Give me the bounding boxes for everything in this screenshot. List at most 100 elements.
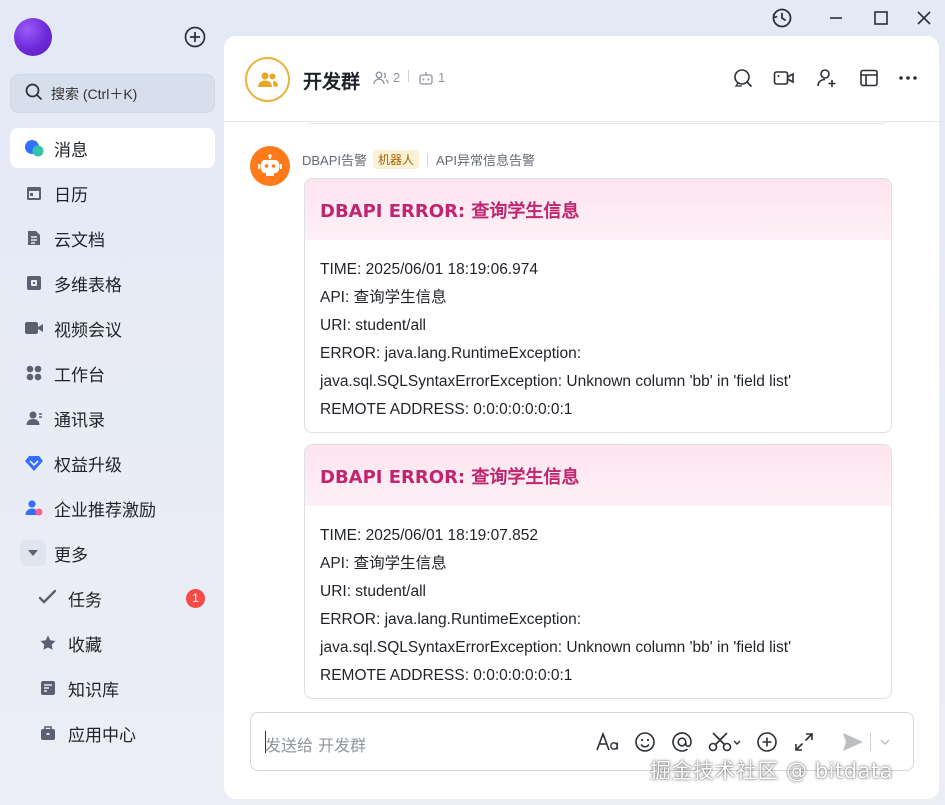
video-meeting-icon <box>24 318 44 338</box>
bot-avatar[interactable] <box>250 146 290 186</box>
sidebar-item-calendar[interactable]: 日历 <box>10 173 215 213</box>
sidebar-item-label: 工作台 <box>54 365 105 386</box>
sidebar-item-cloud-docs[interactable]: 云文档 <box>10 218 215 258</box>
text-format-icon[interactable] <box>595 729 621 755</box>
bot-tag: 机器人 <box>373 150 420 169</box>
bot-count-value: 1 <box>438 70 446 85</box>
send-icon[interactable] <box>840 729 866 755</box>
send-divider <box>865 729 875 755</box>
sidebar-item-label: 通讯录 <box>54 410 105 431</box>
pin-board-icon[interactable] <box>857 66 881 90</box>
sidebar-item-bitable[interactable]: 多维表格 <box>10 263 215 303</box>
plus-circle-icon[interactable] <box>754 729 780 755</box>
unread-badge: 1 <box>186 588 205 608</box>
sidebar-item-app-center[interactable]: 应用中心 <box>10 713 215 753</box>
calendar-icon <box>24 183 44 203</box>
separator-dot <box>408 70 409 82</box>
sidebar-item-label: 任务 <box>68 590 102 611</box>
mention-icon[interactable] <box>669 729 695 755</box>
card-line: java.sql.SQLSyntaxErrorException: Unknow… <box>320 373 792 390</box>
app-center-icon <box>38 723 58 743</box>
sidebar-item-more[interactable]: 更多 <box>10 533 215 573</box>
sidebar-item-tasks[interactable]: 任务 1 <box>10 578 215 618</box>
cloud-doc-icon <box>24 228 44 248</box>
chat-panel: 开发群 2 1 DBAPI告警 机器人 API异常信息告警 DBAPI ERRO… <box>224 36 939 799</box>
sidebar-item-label: 企业推荐激励 <box>54 500 156 521</box>
card-line: ERROR: java.lang.RuntimeException: <box>320 611 582 628</box>
sidebar-item-label: 收藏 <box>68 635 102 656</box>
card-line: REMOTE ADDRESS: 0:0:0:0:0:0:0:1 <box>320 401 573 418</box>
sender-source: API异常信息告警 <box>436 153 535 168</box>
message-list: DBAPI告警 机器人 API异常信息告警 DBAPI ERROR: 查询学生信… <box>224 122 939 704</box>
card-line: URI: student/all <box>320 317 426 334</box>
sidebar-item-label: 知识库 <box>68 680 119 701</box>
user-avatar[interactable] <box>14 18 52 56</box>
sidebar: 搜索 (Ctrl＋K) 消息 日历 云文档 多维表格 视频会议 工作台 通讯录 … <box>0 0 222 805</box>
member-count[interactable]: 2 <box>373 70 400 85</box>
sidebar-item-favorites[interactable]: 收藏 <box>10 623 215 663</box>
member-count-value: 2 <box>393 70 401 85</box>
card-body: TIME: 2025/06/01 18:19:07.852 API: 查询学生信… <box>305 506 891 698</box>
sidebar-item-upgrade[interactable]: 权益升级 <box>10 443 215 483</box>
emoji-icon[interactable] <box>632 729 658 755</box>
expand-icon[interactable] <box>791 729 817 755</box>
chevron-down-icon <box>20 540 46 566</box>
maximize-icon[interactable] <box>865 4 897 32</box>
diamond-icon <box>24 453 44 473</box>
sidebar-nav: 消息 日历 云文档 多维表格 视频会议 工作台 通讯录 权益升级 企业推荐激励 … <box>10 128 215 758</box>
message-card[interactable]: DBAPI ERROR: 查询学生信息 TIME: 2025/06/01 18:… <box>304 444 892 699</box>
video-call-icon[interactable] <box>772 66 796 90</box>
sender-name[interactable]: DBAPI告警 <box>302 150 367 169</box>
sidebar-item-label: 多维表格 <box>54 275 122 296</box>
chat-header: 开发群 2 1 <box>224 36 939 122</box>
search-input[interactable]: 搜索 (Ctrl＋K) <box>10 74 215 113</box>
card-line: API: 查询学生信息 <box>320 289 447 306</box>
sidebar-item-workplace[interactable]: 工作台 <box>10 353 215 393</box>
task-icon <box>38 588 58 608</box>
sidebar-item-wiki[interactable]: 知识库 <box>10 668 215 708</box>
message-icon <box>24 138 44 158</box>
sidebar-item-contacts[interactable]: 通讯录 <box>10 398 215 438</box>
sidebar-item-messages[interactable]: 消息 <box>10 128 215 168</box>
star-icon <box>38 633 58 653</box>
card-line: URI: student/all <box>320 583 426 600</box>
group-avatar[interactable] <box>245 57 290 102</box>
card-line: TIME: 2025/06/01 18:19:06.974 <box>320 261 539 278</box>
sidebar-item-referral[interactable]: 企业推荐激励 <box>10 488 215 528</box>
wiki-icon <box>38 678 58 698</box>
bitable-icon <box>24 273 44 293</box>
card-line: TIME: 2025/06/01 18:19:07.852 <box>320 527 539 544</box>
watermark: 掘金技术社区 @ bitdata <box>650 759 894 783</box>
sidebar-item-video-meeting[interactable]: 视频会议 <box>10 308 215 348</box>
send-options-chevron-icon[interactable] <box>877 729 893 755</box>
card-line: ERROR: java.lang.RuntimeException: <box>320 345 582 362</box>
add-member-icon[interactable] <box>815 66 839 90</box>
robot-icon <box>418 71 434 85</box>
sidebar-item-label: 应用中心 <box>68 725 136 746</box>
sidebar-item-label: 权益升级 <box>54 455 122 476</box>
more-icon[interactable] <box>896 66 920 90</box>
search-chat-icon[interactable] <box>731 66 755 90</box>
workplace-icon <box>24 363 44 383</box>
close-icon[interactable] <box>908 4 940 32</box>
search-icon <box>25 83 43 105</box>
sender-line: DBAPI告警 机器人 API异常信息告警 <box>302 150 535 169</box>
input-placeholder: 发送给 开发群 <box>265 736 367 755</box>
card-title: DBAPI ERROR: 查询学生信息 <box>305 445 891 506</box>
screenshot-icon[interactable] <box>707 729 743 755</box>
sidebar-item-label: 更多 <box>54 545 88 566</box>
minimize-icon[interactable] <box>820 4 852 32</box>
card-title: DBAPI ERROR: 查询学生信息 <box>305 179 891 240</box>
history-icon[interactable] <box>766 4 798 32</box>
add-circle-icon[interactable] <box>183 25 207 49</box>
card-line: REMOTE ADDRESS: 0:0:0:0:0:0:0:1 <box>320 667 573 684</box>
group-title[interactable]: 开发群 <box>303 67 360 94</box>
sidebar-item-label: 云文档 <box>54 230 105 251</box>
bot-count[interactable]: 1 <box>418 70 445 85</box>
sidebar-item-label: 消息 <box>54 140 88 161</box>
members-icon <box>373 71 389 85</box>
previous-message-card <box>304 122 890 124</box>
separator <box>427 153 429 166</box>
sidebar-item-label: 日历 <box>54 185 88 206</box>
message-card[interactable]: DBAPI ERROR: 查询学生信息 TIME: 2025/06/01 18:… <box>304 178 892 433</box>
